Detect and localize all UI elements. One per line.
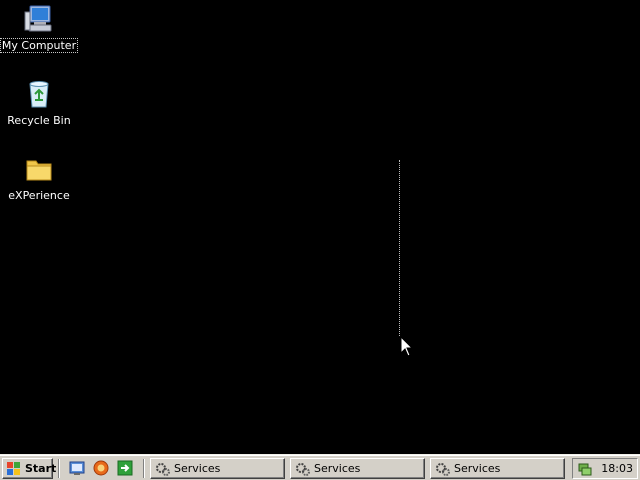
task-label: Services (454, 462, 501, 475)
services-gear-icon (436, 462, 450, 476)
taskbar-separator (143, 459, 145, 478)
desktop-icon-recycle-bin[interactable]: Recycle Bin (1, 78, 77, 127)
task-label: Services (314, 462, 361, 475)
desktop-icon-experience[interactable]: eXPerience (1, 153, 77, 202)
desktop-icon-label: My Computer (0, 38, 79, 53)
computer-icon (24, 5, 52, 32)
selection-rectangle-edge (399, 160, 400, 336)
taskbar-separator (58, 459, 60, 478)
taskbar-button-services[interactable]: Services (290, 458, 425, 479)
desktop-icon-label: eXPerience (8, 189, 70, 202)
taskbar: Start Services Services Services 18:03 (0, 454, 640, 480)
recycle-bin-icon (29, 81, 49, 108)
windows-logo-icon (7, 461, 20, 475)
services-gear-icon (156, 462, 170, 476)
run-arrow-icon[interactable] (117, 460, 133, 476)
task-label: Services (174, 462, 221, 475)
clock[interactable]: 18:03 (601, 462, 633, 475)
system-tray: 18:03 (572, 458, 638, 479)
browser-icon[interactable] (93, 460, 109, 476)
desktop-icon-my-computer[interactable]: My Computer (0, 3, 79, 53)
start-label: Start (25, 462, 57, 475)
start-button[interactable]: Start (2, 458, 57, 479)
taskbar-button-services[interactable]: Services (430, 458, 565, 479)
desktop-icon-label: Recycle Bin (7, 114, 71, 127)
network-tray-icon[interactable] (577, 461, 593, 477)
services-gear-icon (296, 462, 310, 476)
folder-icon (26, 160, 52, 181)
mouse-pointer-icon (400, 336, 414, 357)
show-desktop-icon[interactable] (69, 460, 85, 476)
taskbar-button-services[interactable]: Services (150, 458, 285, 479)
